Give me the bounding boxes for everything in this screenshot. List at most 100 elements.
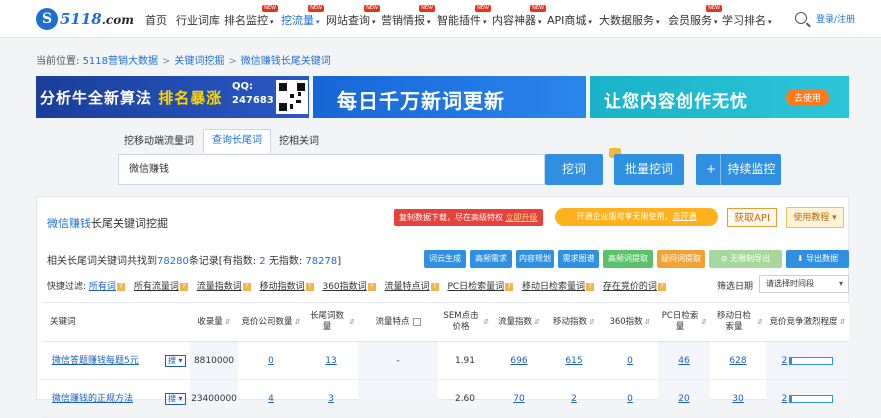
sort-icon[interactable]: ⇵ — [840, 317, 846, 328]
filter-360-index[interactable]: 360指数词? — [322, 282, 376, 292]
sort-icon[interactable]: ⇵ — [701, 317, 707, 328]
high-demand-button[interactable]: 高频需求 — [470, 250, 512, 268]
nav-item[interactable]: 内容神器 NEW ▾ — [492, 5, 546, 28]
column-header[interactable]: 移动日检索量 ⇵ — [710, 302, 766, 342]
wordcloud-button[interactable]: 词云生成 — [424, 250, 466, 268]
filter-all[interactable]: 所有词? — [89, 282, 125, 292]
sort-icon[interactable]: ⇵ — [349, 317, 355, 328]
nav-item[interactable]: 营销情报 NEW ▾ — [381, 5, 435, 28]
cell-bid-companies[interactable]: 0 — [238, 342, 304, 380]
filter-traffic[interactable]: 所有流量词? — [134, 282, 188, 292]
batch-search-button[interactable]: 批量挖词 — [614, 154, 684, 185]
nav-item[interactable]: 学习排名 ▾ — [722, 12, 772, 28]
nav-item[interactable]: 会员服务 NEW ▾ — [668, 5, 722, 28]
question-word-button[interactable]: 疑问词提取 — [657, 250, 705, 268]
filter-bidding[interactable]: 存在竞价的词? — [603, 282, 666, 292]
sort-icon[interactable]: ⇵ — [225, 317, 231, 328]
nav-item-label: 营销情报 NEW — [381, 5, 435, 27]
column-header[interactable]: PC日检索量 ⇵ — [658, 302, 710, 342]
banner-ad-3[interactable]: 让您内容创作无忧 去使用 — [590, 76, 849, 118]
filter-mobile-index[interactable]: 移动指数词? — [260, 282, 314, 292]
tutorial-button[interactable]: 使用教程 ▾ — [786, 207, 844, 228]
search-icon[interactable] — [795, 12, 807, 24]
api-button[interactable]: 获取API — [727, 208, 777, 227]
cell-mobile-daily[interactable]: 30 — [710, 380, 766, 418]
cell-pc-daily[interactable]: 46 — [658, 342, 710, 380]
caret-down-icon: ▾ — [316, 18, 320, 26]
banner-ad-2[interactable]: 每日千万新词更新 — [313, 76, 586, 118]
banner-ad-1[interactable]: 分析牛全新算法 排名暴涨 QQ: 247683 — [36, 76, 309, 118]
breadcrumb-item[interactable]: 微信赚钱长尾关键词 — [241, 56, 331, 67]
nav-item[interactable]: 大数据服务 ▾ — [599, 12, 660, 28]
nav-item[interactable]: API商城 ▾ — [547, 12, 592, 28]
sort-icon[interactable]: ⇵ — [295, 317, 301, 328]
demand-graph-button[interactable]: 需求图谱 — [558, 250, 599, 268]
column-header[interactable]: 竞价竞争激烈程度 ⇵ — [766, 302, 849, 342]
column-header[interactable]: 移动指数 ⇵ — [546, 302, 602, 342]
caret-down-icon: ▾ — [656, 18, 660, 26]
banner3-button[interactable]: 去使用 — [785, 89, 829, 106]
cell-index-360[interactable]: 0 — [602, 380, 658, 418]
date-range-select[interactable]: 请选择时间段 — [759, 275, 849, 293]
breadcrumb-item[interactable]: 关键词挖掘 — [174, 56, 224, 67]
column-header[interactable]: 收录量 ⇵ — [190, 302, 238, 342]
search-dropdown[interactable]: 搜 ▾ — [165, 393, 186, 405]
column-header[interactable]: SEM点击价格 ⇵ — [438, 302, 492, 342]
search-button[interactable]: 挖词 — [545, 154, 603, 185]
nav-item[interactable]: 行业词库 — [176, 12, 220, 28]
column-header: 关键词 — [50, 316, 76, 327]
upgrade-tag[interactable]: 复制数据下载，尽在高级特权 立即升级 — [394, 209, 543, 226]
cell-traffic-index[interactable]: 70 — [492, 380, 546, 418]
nav-item[interactable]: 挖流量 NEW ▾ — [281, 5, 324, 28]
filter-traffic-feature[interactable]: 流量特点词? — [385, 282, 439, 292]
tab-longtail[interactable]: 查询长尾词 — [203, 129, 271, 153]
logo[interactable]: S 5118.com — [36, 8, 134, 30]
nav-item[interactable]: 首页 — [145, 12, 167, 28]
enterprise-tag[interactable]: 开通企业版可享无限使用，去开通 — [555, 208, 718, 226]
filter-pc-daily[interactable]: PC日检索量词? — [447, 282, 514, 292]
breadcrumb: 当前位置: 5118营销大数据 > 关键词挖掘 > 微信赚钱长尾关键词 — [36, 56, 331, 67]
cell-bid-companies[interactable]: 4 — [238, 380, 304, 418]
breadcrumb-item[interactable]: 5118营销大数据 — [83, 56, 158, 67]
nav-item[interactable]: 智能插件 NEW ▾ — [437, 5, 491, 28]
tab-mobile-traffic[interactable]: 挖移动端流量词 — [116, 131, 202, 153]
sort-icon[interactable]: ⇵ — [589, 317, 595, 328]
caret-down-icon: ▾ — [768, 18, 772, 26]
cell-mobile-index[interactable]: 2 — [546, 380, 602, 418]
cell-index-360[interactable]: 0 — [602, 342, 658, 380]
cell-traffic-feature: - — [396, 356, 400, 366]
column-header[interactable]: 360指数 ⇵ — [602, 302, 658, 342]
keyword-link[interactable]: 微信答题赚钱每题5元 — [52, 356, 139, 366]
logo-icon: S — [36, 8, 58, 30]
sort-icon[interactable]: ⇵ — [534, 317, 540, 328]
high-freq-button[interactable]: 高频词提取 — [603, 250, 653, 268]
cell-longtail[interactable]: 3 — [304, 380, 358, 418]
cell-pc-daily[interactable]: 20 — [658, 380, 710, 418]
cell-longtail[interactable]: 13 — [304, 342, 358, 380]
filter-icon[interactable] — [412, 318, 421, 326]
cell-traffic-index[interactable]: 696 — [492, 342, 546, 380]
export-button[interactable]: ⬇ 导出数据 — [786, 250, 849, 268]
column-header[interactable]: 长尾词数量 ⇵ — [304, 302, 358, 342]
search-dropdown[interactable]: 搜 ▾ — [165, 355, 186, 367]
login-link[interactable]: 登录/注册 — [816, 12, 855, 25]
content-plan-button[interactable]: 内容规划 — [516, 250, 554, 268]
cell-competition[interactable]: 2 — [766, 380, 849, 418]
column-header[interactable]: 流量指数 ⇵ — [492, 302, 546, 342]
sort-icon[interactable]: ⇵ — [645, 317, 651, 328]
search-input[interactable]: 微信赚钱 — [118, 154, 545, 185]
monitor-button[interactable]: + 持续监控 — [696, 154, 781, 185]
filter-mobile-daily[interactable]: 移动日检索量词? — [522, 282, 595, 292]
cell-competition[interactable]: 2 — [766, 342, 849, 380]
nav-item[interactable]: 网站查询 NEW ▾ — [326, 5, 380, 28]
cell-mobile-daily[interactable]: 628 — [710, 342, 766, 380]
cell-mobile-index[interactable]: 615 — [546, 342, 602, 380]
filter-traffic-index[interactable]: 流量指数词? — [197, 282, 251, 292]
column-header[interactable]: 竞价公司数量 ⇵ — [238, 302, 304, 342]
sort-icon[interactable]: ⇵ — [757, 317, 763, 328]
unlimited-export-button[interactable]: ⊘ 无限制导出 — [709, 250, 782, 268]
sort-icon[interactable]: ⇵ — [483, 317, 489, 328]
keyword-link[interactable]: 微信赚钱的正规方法 — [52, 394, 133, 404]
tab-related[interactable]: 挖相关词 — [271, 131, 327, 153]
nav-item[interactable]: 排名监控 NEW ▾ — [224, 5, 278, 28]
